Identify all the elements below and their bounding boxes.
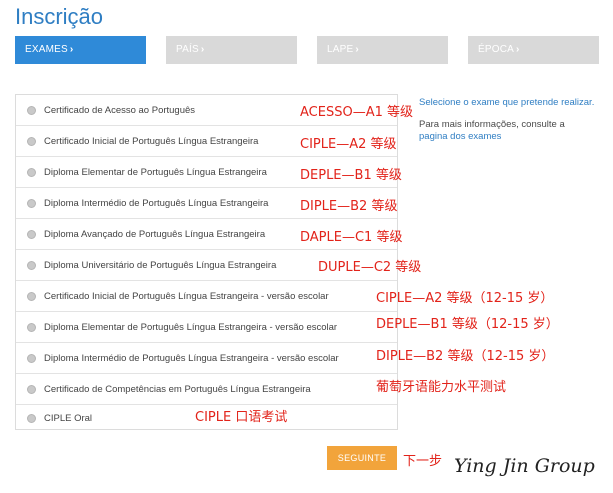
info-text: Para mais informações, consulte a pagina… bbox=[419, 119, 599, 143]
exam-annotation: DEPLE—B1 等级 bbox=[300, 168, 402, 183]
chevron-right-icon: › bbox=[200, 44, 205, 55]
radio-button[interactable] bbox=[27, 199, 36, 208]
radio-button[interactable] bbox=[27, 168, 36, 177]
next-button[interactable]: SEGUINTE bbox=[327, 446, 397, 470]
info-prefix: Para mais informações, consulte a bbox=[419, 119, 565, 130]
exam-label: Diploma Elementar de Português Língua Es… bbox=[44, 167, 267, 178]
exam-label: Diploma Intermédio de Português Língua E… bbox=[44, 198, 269, 209]
exam-label: Diploma Universitário de Português Língu… bbox=[44, 260, 277, 271]
exam-annotation: DAPLE—C1 等级 bbox=[300, 230, 403, 245]
exam-label: Diploma Intermédio de Português Língua E… bbox=[44, 353, 339, 364]
select-hint: Selecione o exame que pretende realizar. bbox=[419, 97, 595, 108]
exam-annotation: DEPLE—B1 等级（12-15 岁） bbox=[376, 317, 559, 332]
radio-button[interactable] bbox=[27, 385, 36, 394]
radio-button[interactable] bbox=[27, 292, 36, 301]
exam-annotation: 葡萄牙语能力水平测试 bbox=[376, 380, 507, 395]
step-label: EXAMES bbox=[25, 44, 68, 55]
exam-label: Diploma Elementar de Português Língua Es… bbox=[44, 322, 338, 333]
exam-label: Certificado de Acesso ao Português bbox=[44, 105, 196, 116]
chevron-right-icon: › bbox=[355, 44, 359, 55]
exam-option[interactable]: Certificado Inicial de Português Língua … bbox=[16, 281, 397, 312]
radio-button[interactable] bbox=[27, 106, 36, 115]
exam-annotation: DUPLE—C2 等级 bbox=[318, 260, 422, 275]
side-help: Selecione o exame que pretende realizar.… bbox=[419, 97, 599, 143]
exam-label: Certificado Inicial de Português Língua … bbox=[44, 291, 329, 302]
exam-annotation: CIPLE 口语考试 bbox=[195, 410, 288, 425]
step-epoca[interactable]: ÉPOCA › bbox=[468, 36, 599, 64]
page-title: Inscrição bbox=[15, 4, 104, 29]
radio-button[interactable] bbox=[27, 414, 36, 423]
exam-annotation: DIPLE—B2 等级 bbox=[300, 199, 398, 214]
exam-annotation: DIPLE—B2 等级（12-15 岁） bbox=[376, 349, 555, 364]
step-pais[interactable]: PAÍS › bbox=[166, 36, 297, 64]
radio-button[interactable] bbox=[27, 354, 36, 363]
exam-label: CIPLE Oral bbox=[44, 413, 93, 424]
exam-label: Certificado de Competências em Português… bbox=[44, 384, 311, 395]
exam-option[interactable]: Diploma Elementar de Português Língua Es… bbox=[16, 312, 397, 343]
exam-annotation: ACESSO—A1 等级 bbox=[300, 105, 413, 120]
exam-annotation: CIPLE—A2 等级（12-15 岁） bbox=[376, 291, 554, 306]
exam-option[interactable]: Diploma Intermédio de Português Língua E… bbox=[16, 343, 397, 374]
step-label: LAPE bbox=[327, 44, 354, 55]
step-lape[interactable]: LAPE › bbox=[317, 36, 448, 64]
exams-page-link[interactable]: pagina dos exames bbox=[419, 131, 501, 142]
watermark-logo: Ying Jin Group bbox=[454, 455, 595, 477]
exam-label: Certificado Inicial de Português Língua … bbox=[44, 136, 259, 147]
step-exames[interactable]: EXAMES › bbox=[15, 36, 146, 64]
radio-button[interactable] bbox=[27, 323, 36, 332]
chevron-right-icon: › bbox=[516, 44, 520, 55]
radio-button[interactable] bbox=[27, 230, 36, 239]
wizard-steps: EXAMES › PAÍS › LAPE › ÉPOCA › bbox=[15, 36, 600, 64]
next-annotation: 下一步 bbox=[403, 454, 443, 469]
watermark-text: Ying Jin Group bbox=[454, 455, 595, 477]
exam-annotation: CIPLE—A2 等级 bbox=[300, 137, 397, 152]
exam-option[interactable]: Certificado de Competências em Português… bbox=[16, 374, 397, 405]
radio-button[interactable] bbox=[27, 137, 36, 146]
radio-button[interactable] bbox=[27, 261, 36, 270]
chevron-right-icon: › bbox=[69, 44, 74, 55]
exam-label: Diploma Avançado de Português Língua Est… bbox=[44, 229, 266, 240]
step-label: PAÍS bbox=[176, 44, 199, 55]
step-label: ÉPOCA bbox=[478, 44, 515, 55]
